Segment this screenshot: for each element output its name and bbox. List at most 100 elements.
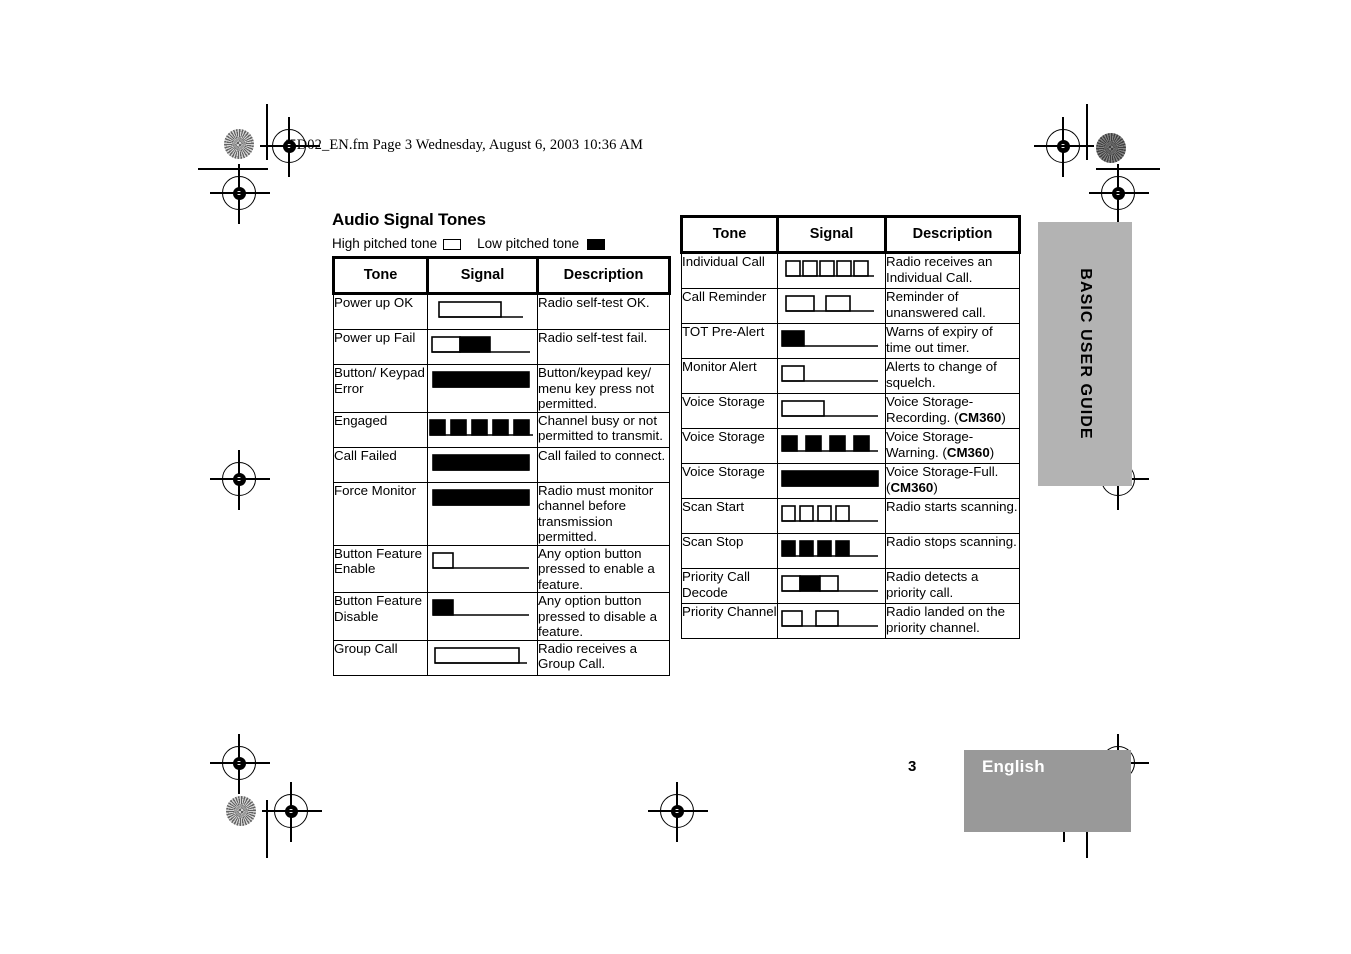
crop-line-upper-right-h — [1096, 168, 1160, 170]
crop-line-top-right-v — [1086, 104, 1088, 160]
signal-waveform-icon — [778, 604, 885, 638]
language-banner: English — [964, 750, 1131, 832]
cell-description: Voice Storage-Warning. (CM360) — [885, 428, 1020, 464]
audio-signal-tones-table-left: Tone Signal Description Power up OK Radio… — [332, 256, 671, 676]
table-row: Power up Fail Radio self-test fail. — [333, 329, 670, 365]
cell-description: Radio self-test OK. — [537, 293, 670, 330]
language-label: English — [982, 757, 1045, 776]
registration-mark-bottom-center — [648, 782, 708, 842]
signal-waveform-icon — [778, 324, 885, 358]
cell-description: Alerts to change of squelch. — [885, 358, 1020, 394]
registration-mark-top-right — [1034, 117, 1094, 177]
registration-mark-upper-left — [210, 164, 270, 224]
cell-signal-waveform — [777, 252, 886, 289]
side-tab-label: BASIC USER GUIDE — [1077, 268, 1094, 440]
table-row: Button Feature Enable Any option button p… — [333, 544, 670, 593]
column-header-signal: Signal — [777, 215, 886, 254]
signal-waveform-icon — [778, 254, 885, 288]
cell-tone: Call Reminder — [681, 288, 778, 324]
signal-waveform-icon — [428, 365, 537, 399]
signal-waveform-icon — [778, 534, 885, 568]
table-header-row: Tone Signal Description — [680, 215, 1021, 254]
table-row: Voice Storage Voice Storage-Full. (CM360) — [681, 463, 1020, 499]
cell-tone: Button Feature Disable — [333, 592, 428, 641]
table-row: Scan Start Radio starts scanning. — [681, 498, 1020, 534]
cell-signal-waveform — [777, 358, 886, 394]
registration-mark-mid-left — [210, 450, 270, 510]
cell-description: Any option button pressed to disable a f… — [537, 592, 670, 641]
cell-description: Radio receives a Group Call. — [537, 639, 670, 676]
cell-signal-waveform — [777, 463, 886, 499]
high-pitched-tone-swatch-icon — [443, 239, 462, 250]
cell-tone: Power up Fail — [333, 329, 428, 365]
cell-tone: Force Monitor — [333, 481, 428, 546]
page-title: Audio Signal Tones — [332, 210, 486, 229]
cell-description: Voice Storage-Full. (CM360) — [885, 463, 1020, 499]
signal-waveform-icon — [428, 641, 537, 675]
table-row: Group Call Radio receives a Group Call. — [333, 639, 670, 676]
cell-description: Reminder of unanswered call. — [885, 288, 1020, 324]
cell-description: Radio starts scanning. — [885, 498, 1020, 534]
cell-signal-waveform — [777, 428, 886, 464]
table-row: Call Failed Call failed to connect. — [333, 446, 670, 483]
signal-waveform-icon — [778, 569, 885, 603]
cell-description: Radio stops scanning. — [885, 533, 1020, 569]
table-row: Individual Call Radio receives an Individ… — [681, 252, 1020, 289]
cell-tone: Voice Storage — [681, 428, 778, 464]
low-pitched-tone-swatch-icon — [587, 239, 606, 250]
cell-signal-waveform — [427, 329, 538, 365]
cell-description: Warns of expiry of time out timer. — [885, 323, 1020, 359]
signal-waveform-icon — [428, 483, 537, 517]
cell-tone: TOT Pre-Alert — [681, 323, 778, 359]
column-header-description: Description — [884, 215, 1021, 254]
column-header-tone: Tone — [680, 215, 779, 254]
signal-waveform-icon — [778, 464, 885, 498]
table-row: Priority Channel Radio landed on the prio… — [681, 603, 1020, 639]
cell-description: Radio detects a priority call. — [885, 568, 1020, 604]
page-number: 3 — [908, 758, 917, 775]
signal-waveform-icon — [778, 394, 885, 428]
cell-tone: Call Failed — [333, 446, 428, 483]
cell-tone: Button/ Keypad Error — [333, 364, 428, 413]
cell-tone: Power up OK — [333, 293, 428, 330]
legend-low-label: Low pitched tone — [477, 236, 580, 251]
signal-waveform-icon — [428, 546, 537, 580]
left-table-body: Power up OK Radio self-test OK. Power up F… — [333, 293, 670, 676]
registration-mark-lower-left — [210, 734, 270, 794]
crop-line-bottom-left-v — [266, 800, 268, 858]
legend: High pitched tone Low pitched tone — [332, 236, 606, 251]
cell-description: Any option button pressed to enable a fe… — [537, 544, 670, 593]
table-row: Engaged Channel busy or not permitted to … — [333, 411, 670, 448]
signal-waveform-icon — [428, 295, 537, 329]
table-row: Force Monitor Radio must monitor channel … — [333, 481, 670, 546]
signal-waveform-icon — [778, 499, 885, 533]
cell-description: Radio receives an Individual Call. — [885, 252, 1020, 289]
cell-signal-waveform — [427, 481, 538, 546]
column-header-signal: Signal — [427, 256, 538, 295]
cell-signal-waveform — [777, 498, 886, 534]
cell-description: Radio landed on the priority channel. — [885, 603, 1020, 639]
signal-waveform-icon — [428, 413, 537, 447]
cell-signal-waveform — [427, 446, 538, 483]
table-row: Scan Stop Radio stops scanning. — [681, 533, 1020, 569]
table-row: Button/ Keypad Error Button/keypad key/ m… — [333, 364, 670, 413]
cell-tone: Voice Storage — [681, 393, 778, 429]
table-row: Monitor Alert Alerts to change of squelch… — [681, 358, 1020, 394]
cell-description: Voice Storage-Recording. (CM360) — [885, 393, 1020, 429]
table-row: Button Feature Disable Any option button … — [333, 592, 670, 641]
cell-signal-waveform — [777, 533, 886, 569]
cell-tone: Priority Call Decode — [681, 568, 778, 604]
table-row: TOT Pre-Alert Warns of expiry of time out… — [681, 323, 1020, 359]
side-tab-basic-user-guide: BASIC USER GUIDE — [1038, 222, 1132, 486]
crop-line-upper-left-h — [198, 168, 268, 170]
cell-signal-waveform — [427, 639, 538, 676]
cell-description: Radio must monitor channel before transm… — [537, 481, 670, 546]
cell-description: Radio self-test fail. — [537, 329, 670, 365]
table-row: Voice Storage Voice Storage-Warning. (CM3… — [681, 428, 1020, 464]
signal-waveform-icon — [778, 289, 885, 323]
signal-waveform-icon — [428, 593, 537, 627]
cell-tone: Voice Storage — [681, 463, 778, 499]
cell-description: Call failed to connect. — [537, 446, 670, 483]
table-row: Priority Call Decode Radio detects a prio… — [681, 568, 1020, 604]
signal-waveform-icon — [428, 330, 537, 364]
